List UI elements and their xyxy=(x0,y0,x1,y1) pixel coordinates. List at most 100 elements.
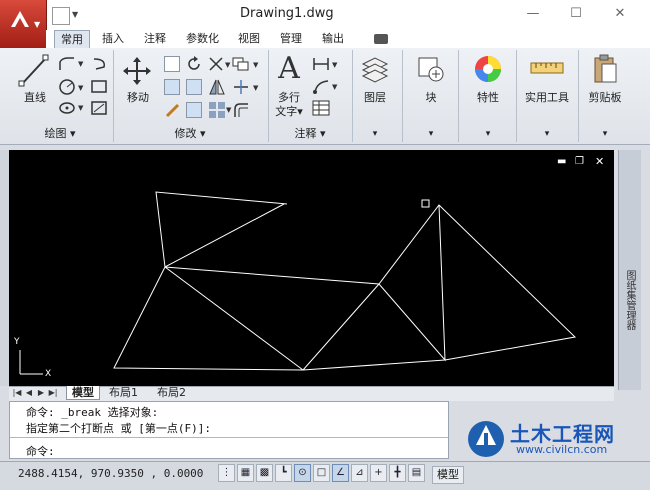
properties-color-wheel-icon[interactable] xyxy=(473,54,503,84)
chevron-down-icon[interactable]: ▼ xyxy=(332,61,337,69)
tab-layout1[interactable]: 布局1 xyxy=(104,386,143,399)
chevron-down-icon[interactable]: ▼ xyxy=(225,61,230,69)
close-button[interactable]: ✕ xyxy=(609,4,631,24)
drawing-canvas[interactable]: Y X ▬ ❐ ✕ xyxy=(9,150,614,386)
table-icon[interactable] xyxy=(312,100,330,116)
fillet-icon[interactable] xyxy=(186,79,202,95)
next-layout-button[interactable]: ▶ xyxy=(36,387,46,399)
polar-tracking-icon[interactable]: ⊙ xyxy=(294,464,311,482)
layers-icon[interactable] xyxy=(360,54,390,84)
clipboard-icon[interactable] xyxy=(592,54,618,84)
tab-model[interactable]: 模型 xyxy=(66,386,100,400)
chevron-down-icon[interactable]: ▼ xyxy=(253,84,258,92)
hatch-icon[interactable] xyxy=(90,100,108,116)
maximize-button[interactable]: ☐ xyxy=(565,4,587,24)
stretch-icon[interactable] xyxy=(164,101,182,119)
erase-copies-icon[interactable] xyxy=(232,56,250,72)
chevron-down-icon[interactable]: ▾ xyxy=(582,129,628,139)
properties-panel-label[interactable]: 特性 xyxy=(468,89,508,105)
panel-divider xyxy=(113,50,114,142)
command-prompt-input[interactable]: 命令: xyxy=(26,443,55,459)
tab-layout2[interactable]: 布局2 xyxy=(152,386,191,399)
tab-parametric[interactable]: 参数化 xyxy=(180,30,225,48)
object-snap-tracking-icon[interactable]: ∠ xyxy=(332,464,349,482)
chevron-down-icon[interactable]: ▼ xyxy=(332,83,337,91)
move-button-label[interactable]: 移动 xyxy=(120,89,156,105)
dynamic-ucs-icon[interactable]: ⊿ xyxy=(351,464,368,482)
panel-divider xyxy=(402,50,403,142)
explode-icon[interactable] xyxy=(232,78,250,96)
rectangle-icon[interactable] xyxy=(90,78,108,96)
chevron-down-icon[interactable]: ▼ xyxy=(226,106,231,114)
block-panel-label[interactable]: 块 xyxy=(412,89,450,105)
trim-icon[interactable] xyxy=(208,56,224,72)
tab-overflow-icon[interactable] xyxy=(374,34,388,44)
tab-output[interactable]: 输出 xyxy=(316,30,350,48)
mirror-icon[interactable] xyxy=(208,78,226,96)
multiline-text-icon[interactable]: A xyxy=(274,52,304,86)
tab-home[interactable]: 常用 xyxy=(54,30,90,49)
chevron-down-icon[interactable]: ▼ xyxy=(78,84,83,92)
tab-insert[interactable]: 插入 xyxy=(96,30,130,48)
dynamic-input-icon[interactable]: + xyxy=(370,464,387,482)
chevron-down-icon: ▼ xyxy=(34,20,41,29)
copy-icon[interactable] xyxy=(164,56,180,72)
viewport-restore-button[interactable]: ❐ xyxy=(575,156,584,167)
measure-icon[interactable] xyxy=(530,58,564,78)
tab-view[interactable]: 视图 xyxy=(232,30,266,48)
layer-panel-label[interactable]: 图层 xyxy=(356,89,394,105)
offset-icon[interactable] xyxy=(232,101,250,119)
ortho-mode-icon[interactable]: ┗ xyxy=(275,464,292,482)
leader-icon[interactable] xyxy=(312,78,330,94)
panel-divider xyxy=(516,50,517,142)
minimize-button[interactable]: — xyxy=(522,4,544,24)
lineweight-icon[interactable]: ╋ xyxy=(389,464,406,482)
viewport-minimize-button[interactable]: ▬ xyxy=(557,156,566,167)
rotate-icon[interactable] xyxy=(186,56,202,72)
mtext-label-line2[interactable]: 文字▾ xyxy=(272,103,306,119)
chevron-down-icon[interactable]: ▼ xyxy=(253,61,258,69)
panel-title-modify[interactable]: 修改 ▾ xyxy=(116,126,264,142)
object-snap-icon[interactable]: □ xyxy=(313,464,330,482)
array-icon[interactable] xyxy=(208,101,226,119)
ellipse-icon[interactable] xyxy=(58,100,76,116)
mirror-copy-icon[interactable] xyxy=(164,79,180,95)
tab-annotate[interactable]: 注释 xyxy=(138,30,172,48)
panel-title-draw[interactable]: 绘图 ▾ xyxy=(10,126,110,142)
rotate-arc-icon[interactable] xyxy=(90,55,108,73)
chevron-down-icon[interactable]: ▾ xyxy=(520,129,574,139)
snap-mode-icon[interactable]: ▦ xyxy=(237,464,254,482)
chevron-down-icon[interactable]: ▼ xyxy=(78,104,83,112)
utilities-panel-label[interactable]: 实用工具 xyxy=(520,89,574,105)
chevron-down-icon[interactable]: ▼ xyxy=(78,60,83,68)
model-space-toggle[interactable]: 模型 xyxy=(432,466,464,484)
chevron-down-icon[interactable]: ▾ xyxy=(412,129,450,139)
insert-block-icon[interactable] xyxy=(416,54,446,84)
clipboard-panel-label[interactable]: 剪贴板 xyxy=(582,89,628,105)
chevron-down-icon[interactable]: ▼ xyxy=(72,10,78,19)
first-layout-button[interactable]: |◀ xyxy=(12,387,22,399)
line-button-label[interactable]: 直线 xyxy=(18,89,52,105)
move-icon[interactable] xyxy=(122,56,152,86)
panel-title-annotation[interactable]: 注释 ▾ xyxy=(270,126,350,142)
linear-dimension-icon[interactable] xyxy=(312,56,330,72)
sheet-set-manager-palette[interactable]: 图纸集管理器 xyxy=(618,150,641,390)
tab-manage[interactable]: 管理 xyxy=(274,30,308,48)
scale-icon[interactable] xyxy=(186,102,202,118)
chevron-down-icon[interactable]: ▾ xyxy=(468,129,508,139)
quick-access-new-icon[interactable] xyxy=(52,7,70,25)
panel-divider xyxy=(268,50,269,142)
application-menu-button[interactable]: ▼ xyxy=(0,0,47,48)
last-layout-button[interactable]: ▶| xyxy=(48,387,58,399)
quick-properties-icon[interactable]: ▤ xyxy=(408,464,425,482)
line-icon[interactable] xyxy=(18,54,50,88)
chevron-down-icon[interactable]: ▾ xyxy=(356,129,394,139)
infer-constraints-icon[interactable]: ⋮ xyxy=(218,464,235,482)
viewport-close-button[interactable]: ✕ xyxy=(595,155,604,168)
previous-layout-button[interactable]: ◀ xyxy=(24,387,34,399)
ucs-icon xyxy=(19,350,43,375)
circle-icon[interactable] xyxy=(58,78,76,96)
grid-display-icon[interactable]: ▩ xyxy=(256,464,273,482)
drawn-line-segment xyxy=(113,204,577,371)
polyline-icon[interactable] xyxy=(58,56,76,72)
